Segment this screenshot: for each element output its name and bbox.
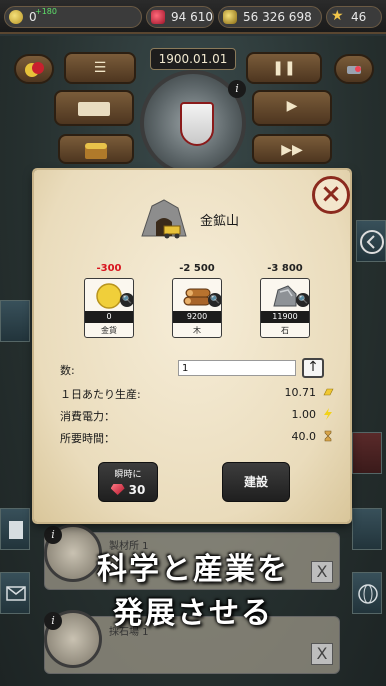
lightning-icon: [324, 408, 332, 420]
gold-bag-icon: [223, 10, 237, 24]
stat-value: 40.0: [291, 430, 317, 443]
search-icon[interactable]: 🔍: [120, 293, 133, 307]
cost-wood: -2 500 🔍 9200 木: [166, 262, 228, 338]
scroll-tab[interactable]: [0, 300, 30, 342]
promo-line-1: 科学と産業を: [97, 552, 289, 587]
side-collapse-tab[interactable]: [356, 220, 386, 262]
fast-forward-button[interactable]: ▶▶: [252, 134, 332, 164]
stat-label: 所要時間：: [60, 432, 115, 445]
gold-bar-icon: [323, 388, 334, 396]
gold-coin-icon: [96, 283, 122, 309]
play-button[interactable]: ▶: [252, 90, 332, 126]
cost-gold-coins: -300 🔍 0 金貨: [78, 262, 140, 338]
instant-cost: 30: [128, 483, 146, 497]
resource-name: 石: [281, 326, 289, 335]
hourglass-icon: [324, 430, 332, 442]
gold-mine-icon: [141, 199, 187, 239]
close-icon: ×: [320, 179, 342, 209]
cost-amount: -3 800: [267, 263, 303, 274]
power-row: 消費電力： 1.00: [56, 404, 334, 424]
stat-value: 1.00: [291, 408, 317, 421]
settings-button[interactable]: [334, 54, 374, 84]
money-counter[interactable]: 0 +180: [4, 6, 142, 28]
gold-counter[interactable]: 56 326 698: [218, 6, 322, 28]
scroll-button[interactable]: [54, 90, 134, 126]
fast-forward-icon: ▶▶: [281, 142, 303, 158]
treasure-chest-icon: [85, 143, 107, 159]
stars-value: 46: [351, 10, 367, 24]
cost-amount: -2 500: [179, 263, 215, 274]
stars-counter[interactable]: ★ 46: [326, 6, 382, 28]
star-icon: ★: [331, 8, 344, 24]
cost-amount: -300: [96, 263, 122, 274]
close-button[interactable]: ×: [312, 176, 350, 214]
arrow-up-icon: ↑: [307, 359, 319, 375]
resource-stock: 0: [85, 311, 133, 323]
game-date: 1900.01.01: [150, 48, 236, 70]
dialog-title: 金鉱山: [200, 214, 240, 229]
coin-icon: [9, 10, 23, 24]
ruby-icon: [110, 484, 125, 495]
stat-label: 消費電力：: [60, 410, 115, 423]
ruby-icon: [151, 10, 165, 24]
tools-icon: [347, 66, 361, 74]
resource-card[interactable]: 🔍 11900 石: [260, 278, 310, 338]
coins-icon: [25, 62, 44, 77]
pause-icon: ❚❚: [272, 60, 296, 76]
production-row: １日あたり生産: 10.71: [56, 382, 334, 402]
search-icon[interactable]: 🔍: [208, 293, 221, 307]
cost-stone: -3 800 🔍 11900 石: [254, 262, 316, 338]
chevron-left-icon: [360, 230, 384, 254]
close-icon[interactable]: X: [311, 643, 333, 665]
resource-name: 木: [193, 326, 201, 335]
gold-value: 56 326 698: [243, 10, 312, 24]
coat-of-arms-icon: [180, 102, 214, 146]
resource-bar: 0 +180 94 610 56 326 698 ★ 46: [0, 0, 386, 34]
instant-build-button[interactable]: 瞬時に 30: [98, 462, 158, 502]
build-dialog: 金鉱山 -300 🔍 0 金貨 -2 500 🔍 9200 木 -3 800 🔍…: [34, 170, 350, 522]
resource-card[interactable]: 🔍 9200 木: [172, 278, 222, 338]
promo-line-2: 発展させる: [113, 596, 273, 631]
resource-name: 金貨: [101, 326, 117, 335]
money-income: +180: [35, 7, 57, 16]
resources-button[interactable]: [14, 54, 54, 84]
rubies-value: 94 610: [171, 10, 213, 24]
menu-button[interactable]: ☰: [64, 52, 136, 84]
search-icon[interactable]: 🔍: [296, 293, 309, 307]
stone-icon: [273, 285, 297, 307]
map-icon: [78, 102, 110, 116]
hamburger-menu-icon: ☰: [93, 60, 107, 76]
quantity-label: 数:: [60, 364, 75, 377]
gift-tab[interactable]: [352, 432, 382, 474]
stat-label: １日あたり生産:: [60, 388, 141, 401]
stat-value: 10.71: [284, 386, 317, 399]
resource-stock: 11900: [261, 311, 309, 323]
item-info-icon[interactable]: i: [44, 526, 62, 544]
quantity-input[interactable]: [178, 360, 296, 376]
time-row: 所要時間： 40.0: [56, 426, 334, 446]
quantity-increase-button[interactable]: ↑: [302, 358, 324, 378]
wood-logs-icon: [183, 288, 211, 306]
resource-stock: 9200: [173, 311, 221, 323]
city-info-icon[interactable]: i: [228, 80, 246, 98]
rubies-counter[interactable]: 94 610: [146, 6, 214, 28]
build-button[interactable]: 建設: [222, 462, 290, 502]
play-icon: ▶: [286, 98, 298, 114]
resource-card[interactable]: 🔍 0 金貨: [84, 278, 134, 338]
instant-label: 瞬時に: [114, 470, 142, 480]
pause-button[interactable]: ❚❚: [246, 52, 322, 84]
treasure-button[interactable]: [58, 134, 134, 164]
